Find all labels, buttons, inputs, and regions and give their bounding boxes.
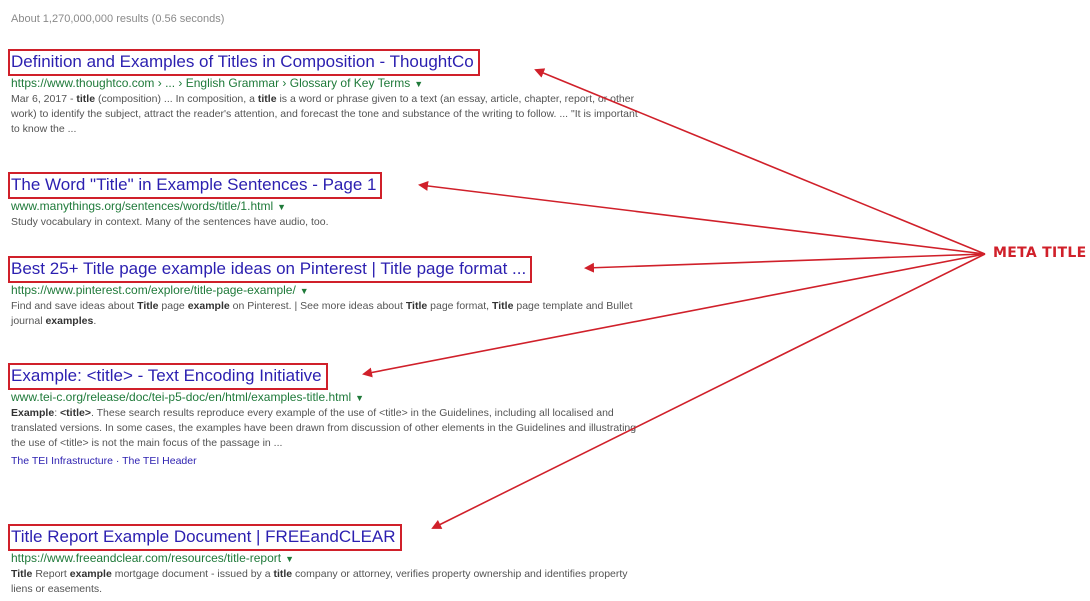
results-stats: About 1,270,000,000 results (0.56 second… [11,13,225,25]
snippet-text: page format, [427,300,493,312]
result-url-text: https://www.pinterest.com/explore/title-… [11,283,296,297]
result-title-link[interactable]: Definition and Examples of Titles in Com… [8,49,480,76]
search-result: Definition and Examples of Titles in Com… [8,49,641,137]
snippet-text: page [158,300,188,312]
snippet-highlight: Title [492,300,514,312]
result-url: https://www.thoughtco.com › ... › Englis… [11,76,641,90]
snippet-text: Study vocabulary in context. Many of the… [11,216,329,228]
snippet-text: on Pinterest. | See more ideas about [229,300,406,312]
dropdown-caret-icon[interactable]: ▼ [285,554,294,564]
result-url-text: www.manythings.org/sentences/words/title… [11,199,274,213]
snippet-highlight: title [257,93,277,105]
snippet-text: Find and save ideas about [11,300,138,312]
result-url-text: https://www.thoughtco.com › ... › Englis… [11,76,411,90]
result-url-text: https://www.freeandclear.com/resources/t… [11,551,282,565]
result-title-link[interactable]: The Word "Title" in Example Sentences - … [7,172,383,199]
result-snippet: Mar 6, 2017 - title (composition) ... In… [11,92,641,137]
result-title-link[interactable]: Example: <title> - Text Encoding Initiat… [8,363,328,390]
result-url: www.tei-c.org/release/doc/tei-p5-doc/en/… [11,390,641,404]
snippet-highlight: Title [405,300,428,312]
search-result: Title Report Example Document | FREEandC… [8,524,641,597]
snippet-highlight: examples [45,315,94,327]
snippet-highlight: title [76,93,96,105]
result-snippet: Study vocabulary in context. Many of the… [11,215,641,230]
snippet-highlight: <title> [60,407,91,419]
result-url: https://www.pinterest.com/explore/title-… [11,283,641,297]
snippet-text: (composition) ... In composition, a [95,93,258,105]
sitelink[interactable]: The TEI Header [122,455,197,467]
search-result: The Word "Title" in Example Sentences - … [7,172,641,230]
snippet-highlight: title [273,568,293,580]
result-url-text: www.tei-c.org/release/doc/tei-p5-doc/en/… [11,390,352,404]
result-snippet: Find and save ideas about Title page exa… [11,299,641,329]
snippet-text: . These search results reproduce every e… [11,407,637,449]
snippet-text: . [93,315,97,327]
snippet-highlight: example [187,300,230,312]
result-url: https://www.freeandclear.com/resources/t… [11,551,641,565]
result-snippet: Example: <title>. These search results r… [11,406,641,451]
dropdown-caret-icon[interactable]: ▼ [355,393,364,403]
snippet-text: Mar 6, 2017 - [11,93,77,105]
snippet-text: Report [32,568,70,580]
result-title-link[interactable]: Title Report Example Document | FREEandC… [8,524,402,551]
result-snippet: Title Report example mortgage document -… [11,567,641,597]
dropdown-caret-icon[interactable]: ▼ [277,202,286,212]
snippet-highlight: example [69,568,112,580]
result-url: www.manythings.org/sentences/words/title… [11,199,641,213]
search-result: Example: <title> - Text Encoding Initiat… [8,363,641,467]
snippet-highlight: Example [11,407,55,419]
meta-title-annotation: META TITLE [993,245,1087,261]
snippet-highlight: Title [137,300,159,312]
dropdown-caret-icon[interactable]: ▼ [414,79,423,89]
arrow-line [584,253,986,273]
result-sitelinks: The TEI Infrastructure · The TEI Header [11,455,197,467]
dropdown-caret-icon[interactable]: ▼ [300,286,309,296]
snippet-text: mortgage document - issued by a [111,568,274,580]
result-title-link[interactable]: Best 25+ Title page example ideas on Pin… [7,256,533,283]
sitelink[interactable]: The TEI Infrastructure [11,455,113,467]
search-result: Best 25+ Title page example ideas on Pin… [7,256,641,329]
snippet-highlight: Title [11,568,33,580]
